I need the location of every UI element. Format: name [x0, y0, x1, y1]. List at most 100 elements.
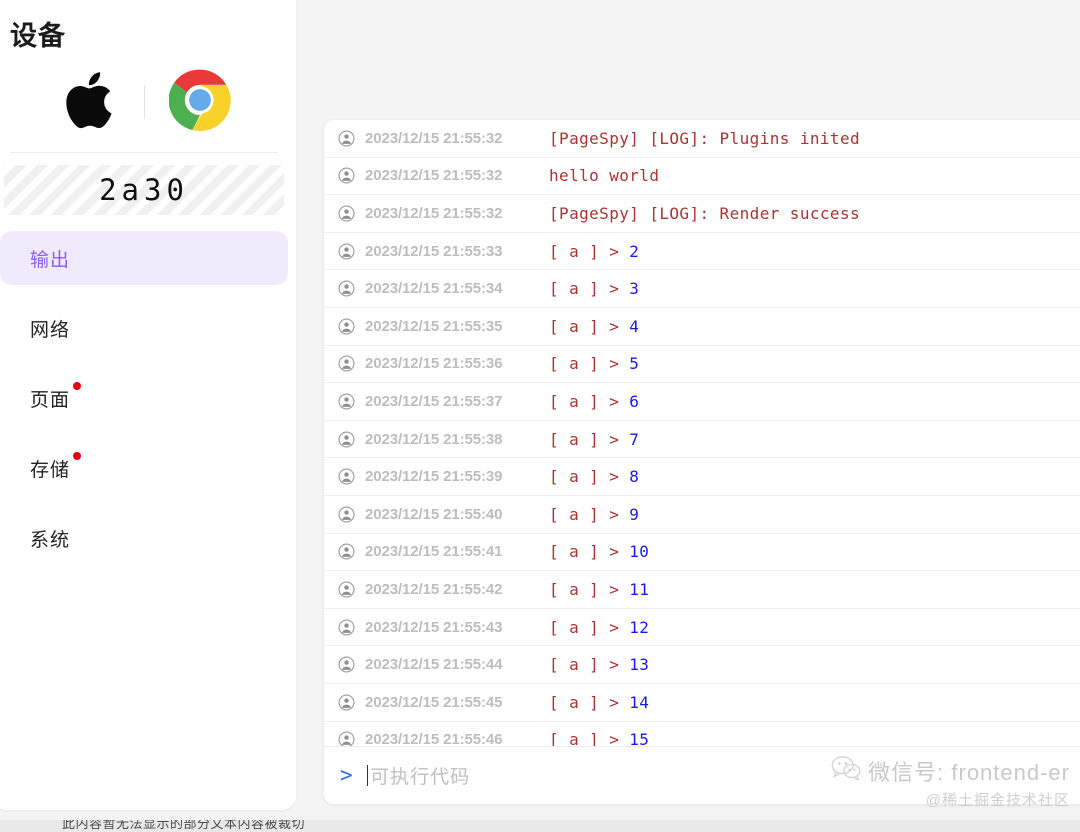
console-log-list[interactable]: 2023/12/15 21:55:32 [PageSpy] [LOG]: Plug…: [324, 120, 1080, 746]
log-timestamp: 2023/12/15 21:55:32: [365, 167, 503, 185]
log-timestamp: 2023/12/15 21:55:40: [365, 505, 503, 523]
console-log-row[interactable]: 2023/12/15 21:55:41 [ a ] > 10: [324, 534, 1080, 572]
log-message: [ a ] > 5: [549, 354, 640, 374]
sidebar-item-output[interactable]: 输出: [0, 231, 288, 286]
user-avatar-icon: [338, 468, 355, 485]
log-timestamp: 2023/12/15 21:55:38: [365, 430, 503, 448]
log-message-number: 8: [629, 467, 640, 487]
log-message: [ a ] > 2: [549, 241, 640, 261]
log-timestamp: 2023/12/15 21:55:45: [365, 693, 503, 711]
log-message-number: 4: [629, 316, 640, 336]
user-avatar-icon: [338, 205, 355, 222]
console-log-row[interactable]: 2023/12/15 21:55:37 [ a ] > 6: [324, 383, 1080, 421]
log-message-number: 14: [629, 692, 650, 712]
console-input-placeholder[interactable]: 可执行代码: [370, 762, 470, 789]
sidebar-nav: 输出 网络 页面 存储 系统: [0, 231, 296, 565]
chrome-logo-cell: [145, 69, 255, 136]
log-message: [PageSpy] [LOG]: Plugins inited: [549, 128, 861, 148]
log-timestamp: 2023/12/15 21:55:41: [365, 543, 503, 561]
log-timestamp: 2023/12/15 21:55:44: [365, 656, 503, 674]
sidebar-item-label: 网络: [30, 319, 71, 341]
log-message: [ a ] > 14: [549, 692, 650, 712]
log-timestamp: 2023/12/15 21:55:32: [365, 129, 503, 147]
console-log-row[interactable]: 2023/12/15 21:55:42 [ a ] > 11: [324, 571, 1080, 609]
console-log-row[interactable]: 2023/12/15 21:55:32 [PageSpy] [LOG]: Plug…: [324, 120, 1080, 158]
log-message-number: 13: [629, 655, 650, 675]
sidebar-item-network[interactable]: 网络: [0, 301, 288, 355]
log-timestamp: 2023/12/15 21:55:35: [365, 317, 503, 335]
log-timestamp: 2023/12/15 21:55:32: [365, 204, 503, 222]
log-message-number: 7: [629, 429, 640, 449]
log-timestamp: 2023/12/15 21:55:36: [365, 355, 503, 373]
log-message-number: 6: [629, 391, 640, 411]
log-message: [ a ] > 8: [549, 467, 640, 487]
user-avatar-icon: [338, 619, 355, 636]
bottom-clipped-text: 此内容暂无法显示的部分文本内容被裁切: [62, 820, 306, 831]
device-logo-row: [0, 60, 296, 144]
user-avatar-icon: [338, 130, 355, 147]
user-avatar-icon: [338, 731, 355, 746]
sidebar-item-label: 输出: [30, 249, 71, 271]
sidebar-divider: [10, 152, 278, 154]
log-timestamp: 2023/12/15 21:55:43: [365, 618, 503, 636]
chevron-right-icon: >: [340, 763, 353, 787]
console-log-row[interactable]: 2023/12/15 21:55:36 [ a ] > 5: [324, 346, 1080, 384]
sidebar-item-page[interactable]: 页面: [0, 371, 288, 425]
log-message-number: 10: [629, 542, 650, 562]
log-message-number: 2: [629, 241, 640, 261]
console-input-bar[interactable]: > 可执行代码: [324, 746, 1080, 804]
log-message: [ a ] > 10: [549, 542, 650, 562]
log-message-number: 9: [629, 504, 640, 524]
console-log-row[interactable]: 2023/12/15 21:55:40 [ a ] > 9: [324, 496, 1080, 534]
text-caret: [366, 765, 369, 786]
user-avatar-icon: [338, 431, 355, 448]
log-timestamp: 2023/12/15 21:55:34: [365, 280, 503, 298]
console-log-row[interactable]: 2023/12/15 21:55:39 [ a ] > 8: [324, 458, 1080, 496]
user-avatar-icon: [338, 656, 355, 673]
device-sidebar: 设备 2a30 输出 网络 页面 存储 系统: [0, 0, 296, 810]
sidebar-item-system[interactable]: 系统: [0, 511, 288, 565]
user-avatar-icon: [338, 543, 355, 560]
chrome-logo-icon: [168, 69, 231, 136]
log-timestamp: 2023/12/15 21:55:42: [365, 580, 503, 598]
bottom-clipped-strip: 此内容暂无法显示的部分文本内容被裁切: [0, 820, 1080, 832]
page-title: 设备: [10, 21, 66, 51]
console-log-row[interactable]: 2023/12/15 21:55:46 [ a ] > 15: [324, 722, 1080, 746]
console-panel: 2023/12/15 21:55:32 [PageSpy] [LOG]: Plug…: [324, 120, 1080, 804]
user-avatar-icon: [338, 694, 355, 711]
user-avatar-icon: [338, 318, 355, 335]
apple-logo-cell: [34, 65, 144, 140]
log-message: [ a ] > 15: [549, 730, 649, 746]
sidebar-item-storage[interactable]: 存储: [0, 441, 288, 495]
user-avatar-icon: [338, 167, 355, 184]
log-timestamp: 2023/12/15 21:55:39: [365, 468, 503, 486]
log-timestamp: 2023/12/15 21:55:37: [365, 392, 503, 410]
log-message-number: 11: [629, 579, 650, 599]
console-log-row[interactable]: 2023/12/15 21:55:34 [ a ] > 3: [324, 270, 1080, 308]
sidebar-item-label: 页面: [30, 381, 82, 412]
notification-dot-icon: [73, 451, 82, 460]
console-log-row[interactable]: 2023/12/15 21:55:32 hello world: [324, 158, 1080, 196]
console-log-row[interactable]: 2023/12/15 21:55:45 [ a ] > 14: [324, 684, 1080, 722]
console-log-row[interactable]: 2023/12/15 21:55:43 [ a ] > 12: [324, 609, 1080, 647]
log-message-number: 12: [629, 617, 650, 637]
log-message-number: 3: [629, 279, 640, 299]
device-id-value: 2a30: [4, 165, 284, 216]
log-message: [ a ] > 9: [549, 504, 640, 524]
console-log-row[interactable]: 2023/12/15 21:55:35 [ a ] > 4: [324, 308, 1080, 346]
log-message-number: 15: [629, 730, 650, 746]
log-message: [ a ] > 11: [549, 579, 650, 599]
log-timestamp: 2023/12/15 21:55:33: [365, 242, 503, 260]
sidebar-item-label: 存储: [30, 451, 82, 482]
log-message: [ a ] > 4: [549, 316, 640, 336]
log-message: [ a ] > 6: [549, 391, 640, 411]
console-log-row[interactable]: 2023/12/15 21:55:32 [PageSpy] [LOG]: Rend…: [324, 195, 1080, 233]
console-log-row[interactable]: 2023/12/15 21:55:38 [ a ] > 7: [324, 421, 1080, 459]
user-avatar-icon: [338, 280, 355, 297]
user-avatar-icon: [338, 506, 355, 523]
console-log-row[interactable]: 2023/12/15 21:55:44 [ a ] > 13: [324, 646, 1080, 684]
log-message: [PageSpy] [LOG]: Render success: [549, 203, 861, 223]
log-message: [ a ] > 12: [549, 617, 650, 637]
log-message-number: 5: [629, 354, 640, 374]
console-log-row[interactable]: 2023/12/15 21:55:33 [ a ] > 2: [324, 233, 1080, 271]
